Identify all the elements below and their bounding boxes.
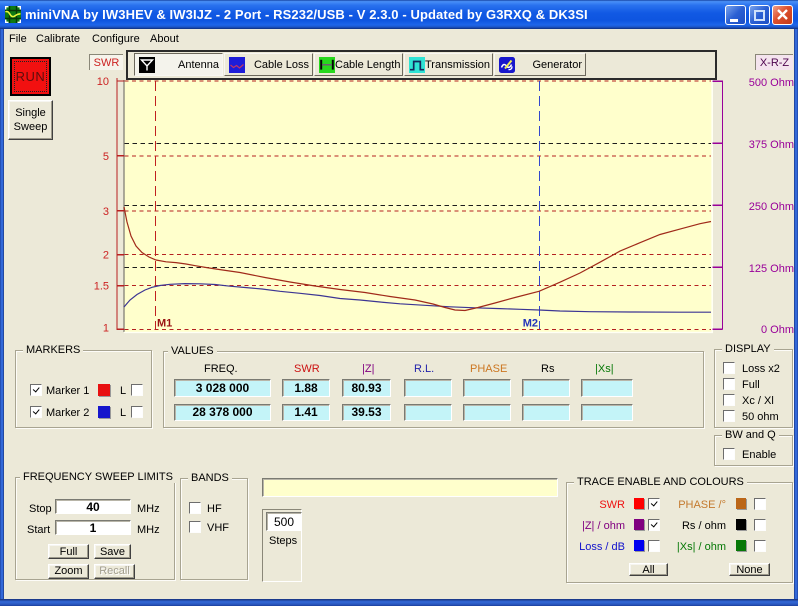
svg-text:500 Ohm: 500 Ohm — [749, 77, 794, 89]
svg-text:2: 2 — [103, 250, 109, 262]
svg-text:M1: M1 — [157, 318, 172, 330]
svg-text:125 Ohm: 125 Ohm — [749, 263, 794, 275]
svg-text:1: 1 — [103, 323, 109, 335]
svg-text:M2: M2 — [523, 318, 538, 330]
svg-text:3: 3 — [103, 206, 109, 218]
svg-text:250 Ohm: 250 Ohm — [749, 201, 794, 213]
svg-text:375 Ohm: 375 Ohm — [749, 139, 794, 151]
svg-text:0 Ohm: 0 Ohm — [761, 324, 794, 336]
svg-text:5: 5 — [103, 151, 109, 163]
svg-text:1.5: 1.5 — [94, 281, 109, 293]
svg-text:10: 10 — [97, 76, 109, 88]
